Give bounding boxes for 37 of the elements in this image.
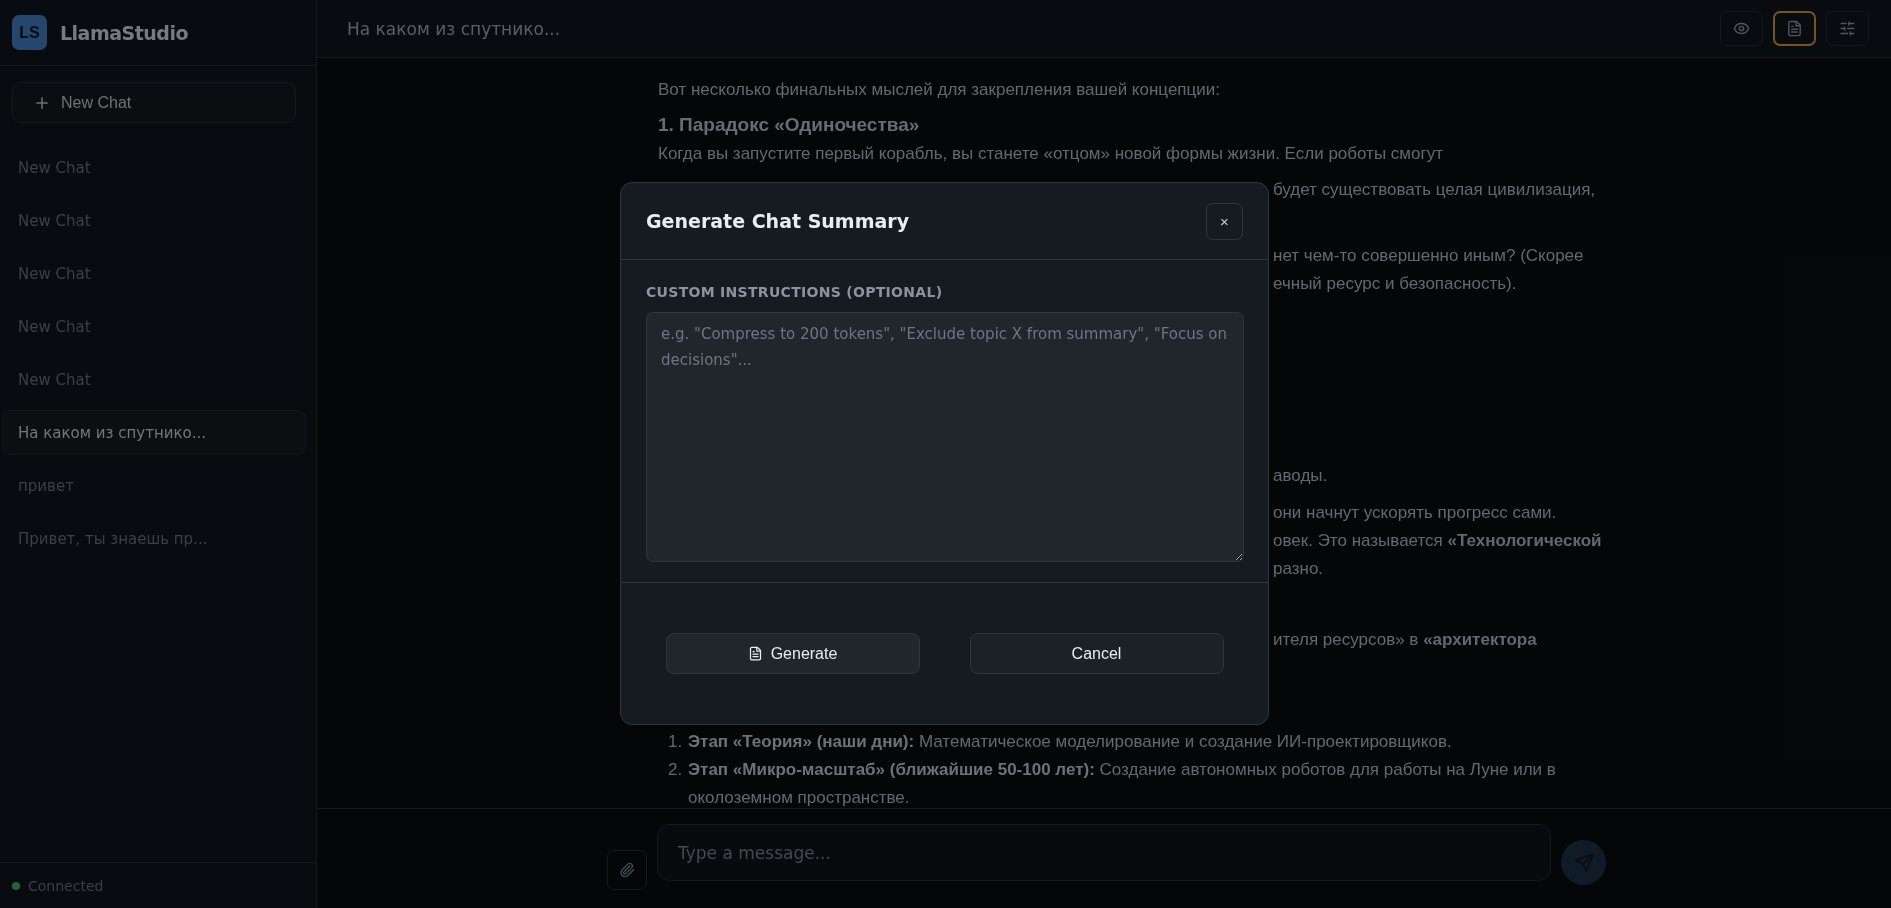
toolbar-button[interactable] xyxy=(1773,11,1816,46)
message-text: они начнут ускорять прогресс сами. xyxy=(1273,502,1558,524)
sliders-icon xyxy=(1839,20,1856,37)
list-number: 2. xyxy=(668,759,684,781)
brand-name: LlamaStudio xyxy=(60,21,189,44)
document-icon xyxy=(1786,20,1803,37)
dialog-title: Generate Chat Summary xyxy=(646,210,910,232)
message-text: разно. xyxy=(1273,558,1325,580)
send-icon xyxy=(1573,852,1594,873)
toolbar-button[interactable] xyxy=(1826,11,1869,46)
generate-button[interactable]: Generate xyxy=(665,633,920,674)
paperclip-icon xyxy=(619,862,635,878)
list-item-text: Этап «Микро-масштаб» (ближайшие 50-100 лет): Создание автономных роботов для работы на Луне или в околоземном пространстве. xyxy=(688,759,1557,808)
message-text: Вот несколько финальных мыслей для закрепления вашей концепции: xyxy=(658,79,1221,101)
cancel-button[interactable]: Cancel xyxy=(969,633,1224,674)
document-icon xyxy=(747,646,763,661)
new-chat-button[interactable]: New Chat xyxy=(12,82,296,123)
message-text: нет чем-то совершенно иным? (Скорее xyxy=(1273,245,1585,267)
toolbar-button[interactable] xyxy=(1720,11,1763,46)
message-text: ечный ресурс и безопасность). xyxy=(1273,273,1518,295)
message-text: Когда вы запустите первый корабль, вы станете «отцом» новой формы жизни. Если роботы смогут xyxy=(658,143,1444,165)
message-input[interactable]: Type a message... xyxy=(657,824,1551,881)
chat-item[interactable]: На каком из спутнико... xyxy=(2,410,306,455)
message-heading: 1. Парадокс «Одиночества» xyxy=(658,113,921,137)
message-text: будет существовать целая цивилизация, xyxy=(1273,179,1597,201)
message-text: аводы. xyxy=(1273,465,1329,487)
message-text: овек. Это называется «Технологической xyxy=(1273,530,1603,552)
attach-button[interactable] xyxy=(607,850,647,890)
list-number: 1. xyxy=(668,731,684,753)
chat-title: На каком из спутнико... xyxy=(347,18,562,39)
close-button[interactable]: × xyxy=(1206,202,1243,240)
instructions-field[interactable]: e.g. "Compress to 200 tokens", "Exclude topic X from summary", "Focus on decisions"... xyxy=(646,312,1244,562)
field-label: CUSTOM INSTRUCTIONS (OPTIONAL) xyxy=(646,284,944,300)
eye-icon xyxy=(1733,20,1750,37)
list-item-text: Этап «Теория» (наши дни): Математическое моделирование и создание ИИ-проектировщиков. xyxy=(688,731,1453,753)
logo: LS xyxy=(12,15,47,50)
message-text: ителя ресурсов» в «архитектора xyxy=(1273,629,1538,651)
